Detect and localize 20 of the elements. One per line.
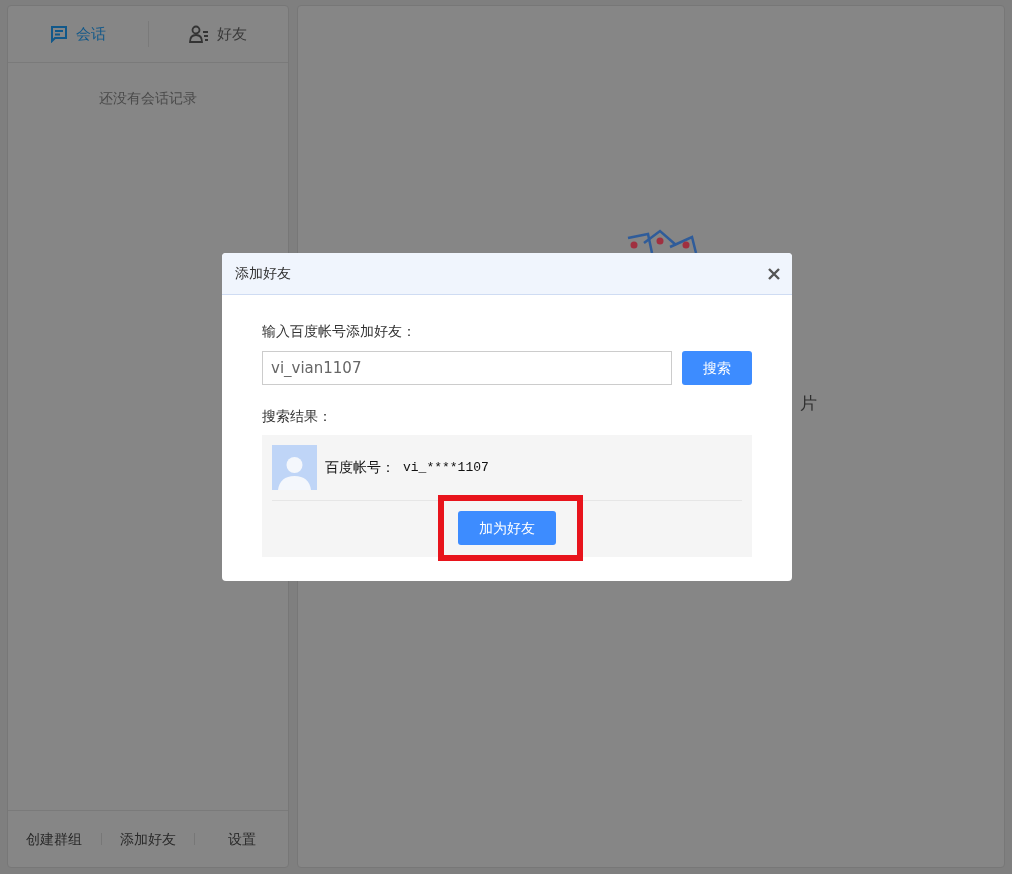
account-label: 百度帐号： [325,458,395,477]
add-friend-button[interactable]: 加为好友 [458,511,556,545]
footer-link[interactable]: 添加好友 [101,827,195,851]
footer-link[interactable]: 创建群组 [8,827,101,851]
close-icon [768,267,780,280]
account-input-field[interactable]: vi_vian1107 [262,351,672,385]
empty-message: 还没有会话记录 [98,89,198,108]
search-button[interactable]: 搜索 [682,351,752,385]
close-button[interactable] [768,267,780,280]
footer-link[interactable]: 设置 [195,827,288,851]
sidebar-tab[interactable]: 会话 [8,21,148,47]
sidebar-tab[interactable]: 好友 [148,21,288,47]
avatar-icon [272,445,317,490]
account-prompt: 输入百度帐号添加好友： [262,322,417,341]
empty-message: 片 [800,392,817,415]
contacts-icon [189,25,210,43]
results-label: 搜索结果： [262,407,333,426]
dialog-title: 添加好友 [235,264,291,283]
account-name: vi_****1107 [403,458,489,477]
chat-icon [49,25,68,43]
